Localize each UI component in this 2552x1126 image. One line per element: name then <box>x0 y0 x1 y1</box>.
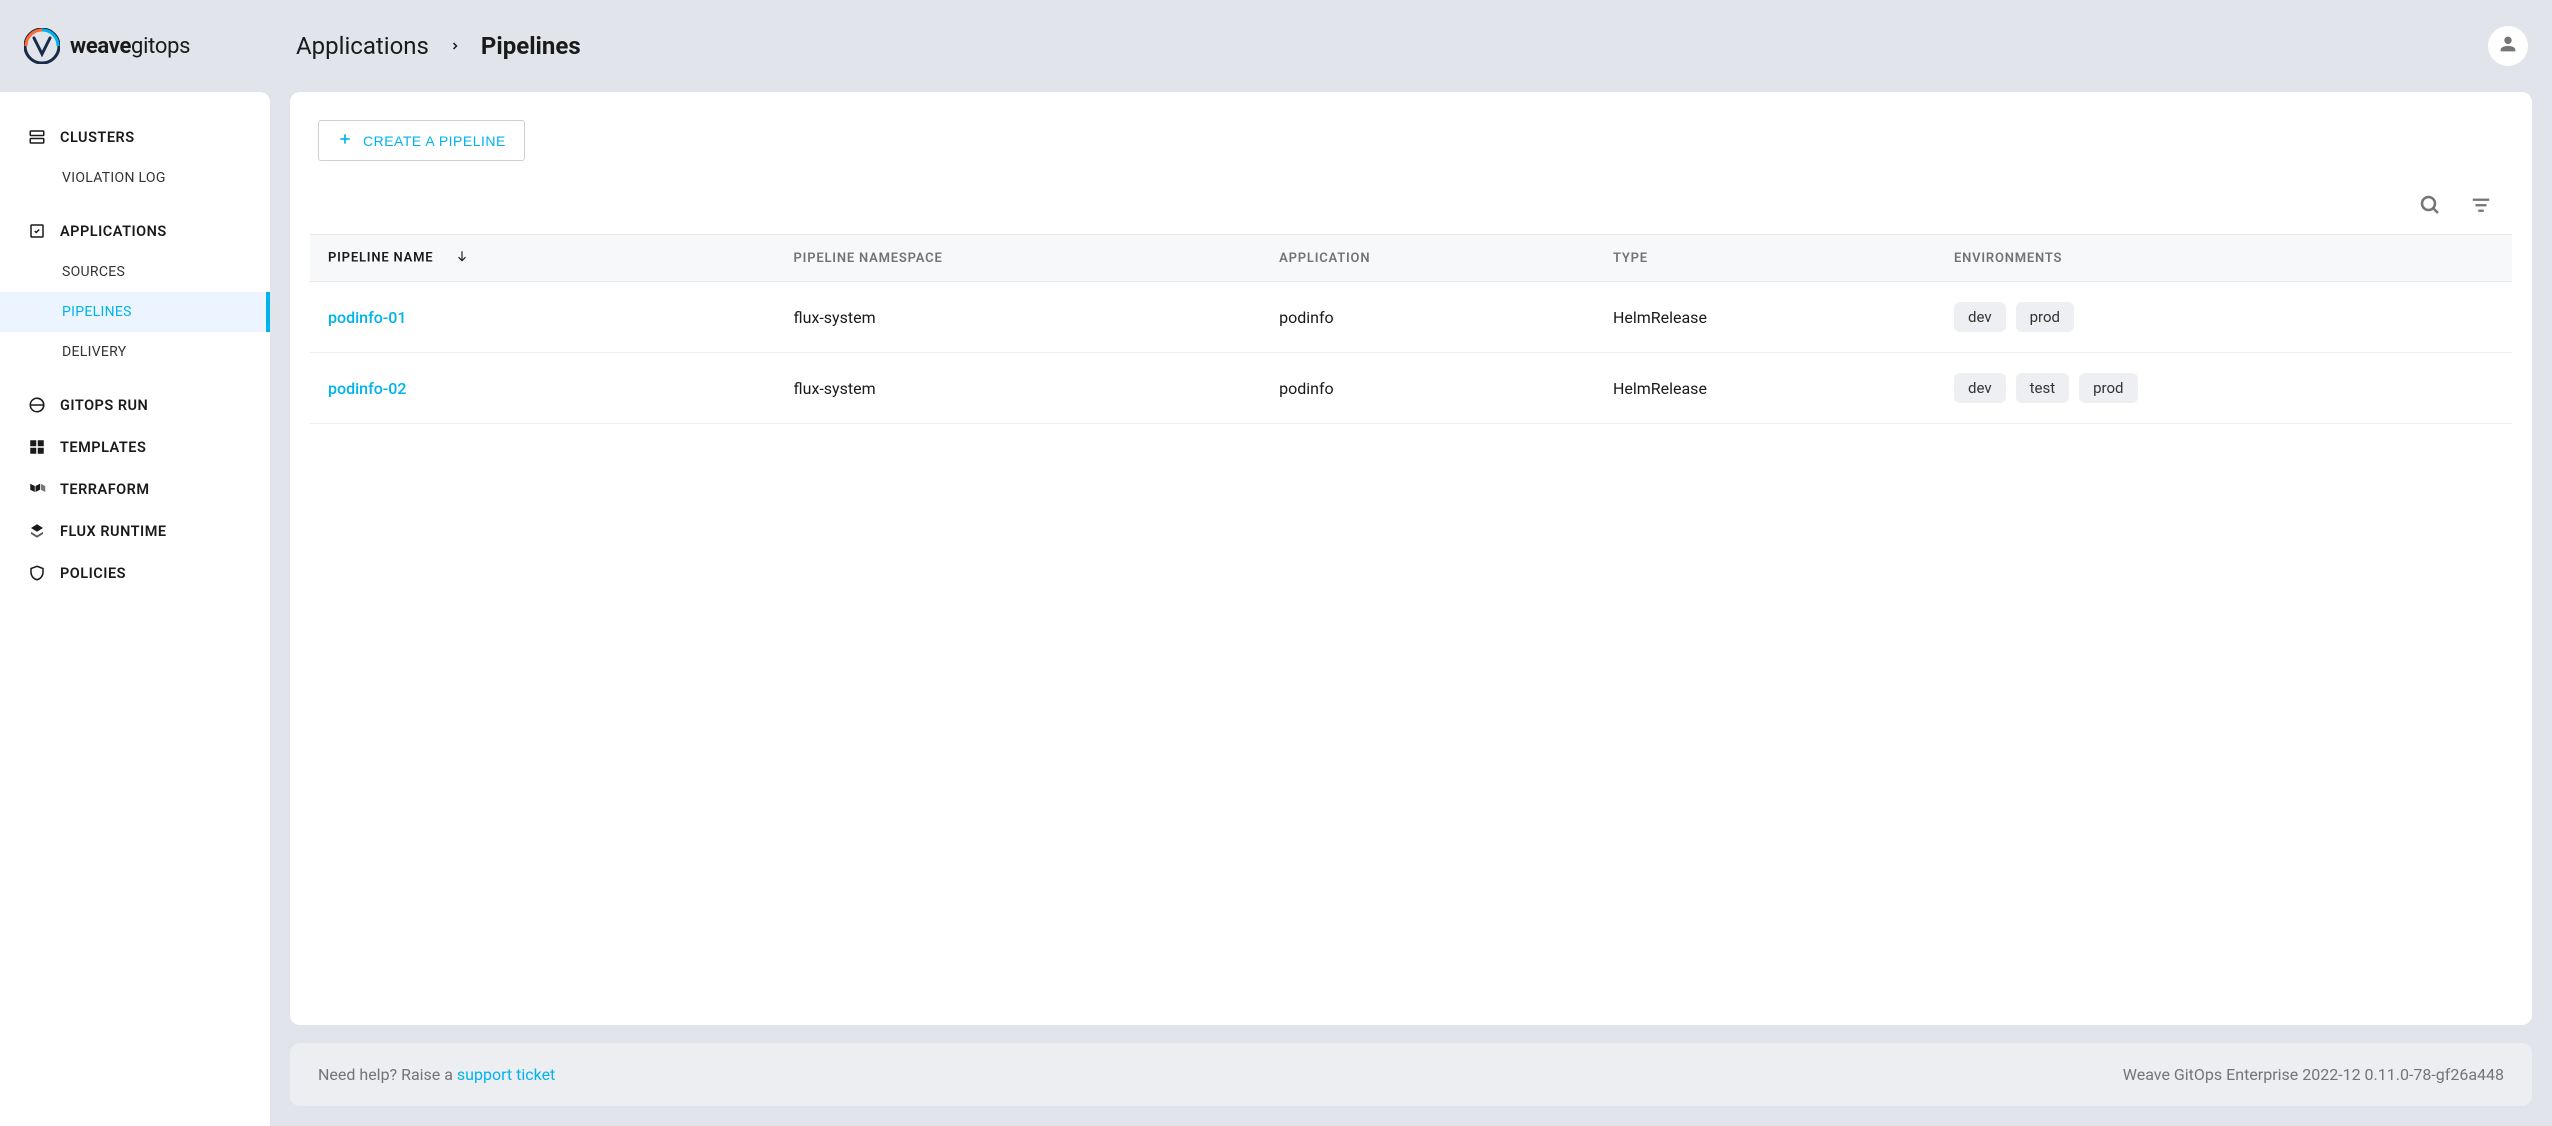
arrow-down-icon <box>455 249 469 267</box>
sidebar-item-delivery[interactable]: DELIVERY <box>0 332 270 372</box>
sidebar-item-applications[interactable]: APPLICATIONS <box>0 210 270 252</box>
breadcrumb-current: Pipelines <box>481 32 581 60</box>
sidebar: CLUSTERS VIOLATION LOG APPLICATIONS SOUR… <box>0 92 270 1126</box>
sidebar-item-label: APPLICATIONS <box>60 223 167 240</box>
chevron-right-icon <box>449 36 461 57</box>
cell-application: podinfo <box>1261 353 1595 424</box>
button-label: CREATE A PIPELINE <box>363 133 506 149</box>
support-ticket-link[interactable]: support ticket <box>457 1065 555 1084</box>
env-chip: test <box>2016 373 2070 403</box>
cell-type: HelmRelease <box>1595 353 1936 424</box>
content-card: CREATE A PIPELINE <box>290 92 2532 1025</box>
clusters-icon <box>28 128 46 146</box>
env-chip: dev <box>1954 373 2006 403</box>
user-avatar[interactable] <box>2488 26 2528 66</box>
cell-type: HelmRelease <box>1595 282 1936 353</box>
filter-button[interactable] <box>2470 193 2492 220</box>
plus-icon <box>337 131 353 150</box>
sidebar-item-label: FLUX RUNTIME <box>60 523 167 540</box>
sidebar-item-pipelines[interactable]: PIPELINES <box>0 292 270 332</box>
cell-namespace: flux-system <box>776 282 1262 353</box>
sidebar-item-label: POLICIES <box>60 565 126 582</box>
sidebar-item-label: CLUSTERS <box>60 129 135 146</box>
search-button[interactable] <box>2418 193 2442 220</box>
breadcrumb: Applications Pipelines <box>296 32 581 60</box>
col-header-environments[interactable]: ENVIRONMENTS <box>1936 235 2512 282</box>
sidebar-item-label: VIOLATION LOG <box>62 170 166 186</box>
header-label: PIPELINE NAME <box>328 250 433 265</box>
sidebar-item-templates[interactable]: TEMPLATES <box>0 426 270 468</box>
templates-icon <box>28 438 46 456</box>
header-label: APPLICATION <box>1279 251 1370 266</box>
brand-logo-icon <box>24 28 60 64</box>
env-chips: devprod <box>1954 302 2494 332</box>
header-label: ENVIRONMENTS <box>1954 251 2062 266</box>
sidebar-item-label: TEMPLATES <box>60 439 146 456</box>
brand-text: weavegitops <box>70 34 190 59</box>
policies-icon <box>28 564 46 582</box>
col-header-name[interactable]: PIPELINE NAME <box>310 235 776 282</box>
applications-icon <box>28 222 46 240</box>
sidebar-item-violation-log[interactable]: VIOLATION LOG <box>0 158 270 198</box>
sidebar-item-label: GITOPS RUN <box>60 397 148 414</box>
breadcrumb-root[interactable]: Applications <box>296 32 429 60</box>
person-icon <box>2497 33 2519 59</box>
sidebar-item-terraform[interactable]: TERRAFORM <box>0 468 270 510</box>
create-pipeline-button[interactable]: CREATE A PIPELINE <box>318 120 525 161</box>
env-chip: dev <box>1954 302 2006 332</box>
header-label: TYPE <box>1613 251 1648 266</box>
filter-icon <box>2470 194 2492 219</box>
main-content: CREATE A PIPELINE <box>270 92 2552 1126</box>
header-label: PIPELINE NAMESPACE <box>794 251 943 266</box>
gitops-run-icon <box>28 396 46 414</box>
brand-text-light: gitops <box>131 34 190 59</box>
pipeline-name-link[interactable]: podinfo-01 <box>328 308 406 327</box>
sidebar-item-policies[interactable]: POLICIES <box>0 552 270 594</box>
brand-text-bold: weave <box>70 34 131 59</box>
table-tools <box>290 161 2532 234</box>
col-header-application[interactable]: APPLICATION <box>1261 235 1595 282</box>
footer: Need help? Raise a support ticket Weave … <box>290 1043 2532 1106</box>
col-header-namespace[interactable]: PIPELINE NAMESPACE <box>776 235 1262 282</box>
sidebar-item-label: SOURCES <box>62 264 125 280</box>
flux-runtime-icon <box>28 522 46 540</box>
cell-application: podinfo <box>1261 282 1595 353</box>
col-header-type[interactable]: TYPE <box>1595 235 1936 282</box>
pipeline-name-link[interactable]: podinfo-02 <box>328 379 406 398</box>
sidebar-item-label: PIPELINES <box>62 304 132 320</box>
sidebar-item-gitops-run[interactable]: GITOPS RUN <box>0 384 270 426</box>
sidebar-item-sources[interactable]: SOURCES <box>0 252 270 292</box>
table-row: podinfo-01 flux-systempodinfoHelmRelease d… <box>310 282 2512 353</box>
topbar: weavegitops Applications Pipelines <box>0 0 2552 92</box>
terraform-icon <box>28 480 46 498</box>
footer-help-prefix: Need help? Raise a <box>318 1065 457 1084</box>
brand[interactable]: weavegitops <box>24 28 284 64</box>
env-chip: prod <box>2079 373 2137 403</box>
footer-version: Weave GitOps Enterprise 2022-12 0.11.0-7… <box>2123 1065 2504 1084</box>
env-chips: devtest prod <box>1954 373 2494 403</box>
sidebar-item-flux-runtime[interactable]: FLUX RUNTIME <box>0 510 270 552</box>
search-icon <box>2418 193 2442 220</box>
sidebar-item-label: DELIVERY <box>62 344 126 360</box>
sidebar-item-clusters[interactable]: CLUSTERS <box>0 116 270 158</box>
cell-namespace: flux-system <box>776 353 1262 424</box>
sidebar-item-label: TERRAFORM <box>60 481 150 498</box>
footer-help: Need help? Raise a support ticket <box>318 1065 555 1084</box>
env-chip: prod <box>2016 302 2074 332</box>
pipelines-table: PIPELINE NAME PIPELINE NAMESPACE APPLICA… <box>310 234 2512 424</box>
table-row: podinfo-02 flux-systempodinfoHelmRelease d… <box>310 353 2512 424</box>
